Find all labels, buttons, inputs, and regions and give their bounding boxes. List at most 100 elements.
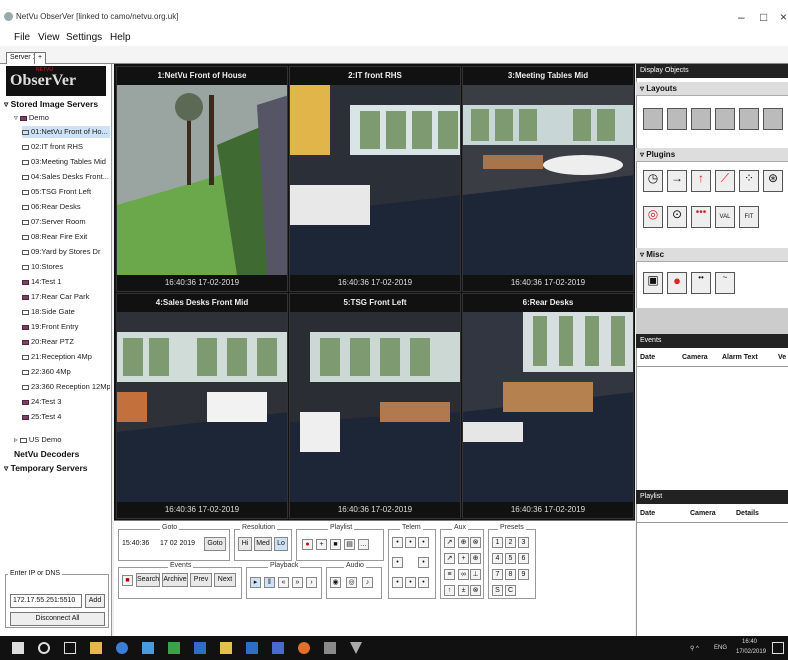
wheel-icon[interactable]: ⊛ (763, 170, 783, 192)
aux-6-icon[interactable]: ⊗ (470, 585, 481, 596)
camera-cell-1[interactable]: 1:NetVu Front of House 16:40:36 17-02-20… (116, 66, 288, 292)
mic-icon[interactable]: ◎ (346, 577, 357, 588)
events-col-date[interactable]: Date (640, 354, 655, 361)
file-explorer-icon[interactable] (90, 642, 102, 654)
ip-input[interactable]: 172.17.55.251:5510 (10, 594, 82, 608)
preset-6-button[interactable]: 6 (518, 553, 529, 564)
start-icon[interactable] (12, 642, 24, 654)
ptz-right-icon[interactable]: • (418, 557, 429, 568)
camera-item[interactable]: 04:Sales Desks Front... (22, 171, 110, 183)
pause-icon[interactable]: ‖ (264, 577, 275, 588)
expand-icon[interactable]: ▿ (4, 99, 11, 109)
events-col-camera[interactable]: Camera (682, 354, 708, 361)
goto-button[interactable]: Goto (204, 537, 226, 551)
clock-icon[interactable]: ◷ (643, 170, 663, 192)
add-server-button[interactable]: Add (85, 594, 105, 608)
iris-open-icon[interactable]: ⊗ (470, 537, 481, 548)
volume-icon[interactable]: ♪ (362, 577, 373, 588)
next-button[interactable]: Next (214, 573, 236, 587)
language-indicator[interactable]: ENG (714, 645, 727, 651)
clock-date[interactable]: 17/02/2019 (736, 649, 766, 655)
forward-icon[interactable]: » (292, 577, 303, 588)
preset-2-button[interactable]: 2 (505, 537, 516, 548)
menu-view[interactable]: View (38, 32, 60, 43)
preset-store-button[interactable]: S (492, 585, 503, 596)
dots-icon[interactable]: ••• (691, 206, 711, 228)
clock-time[interactable]: 16:40 (742, 639, 757, 645)
ptz-left-icon[interactable]: • (392, 557, 403, 568)
layout-3x2-icon[interactable] (691, 108, 711, 130)
preset-1-button[interactable]: 1 (492, 537, 503, 548)
goto-time[interactable]: 15:40:36 (122, 540, 149, 547)
fit-icon[interactable]: FIT (739, 206, 759, 228)
aux-4-icon[interactable]: ↑ (444, 585, 455, 596)
excel-icon[interactable] (168, 642, 180, 654)
snapshot-icon[interactable]: ▣ (643, 272, 663, 294)
camera-item[interactable]: 18:Side Gate (22, 306, 110, 318)
camera-cell-5[interactable]: 5:TSG Front Left 16:40:36 17-02-2019 (289, 293, 461, 519)
playlist-col-camera[interactable]: Camera (690, 510, 716, 517)
events-col-ve[interactable]: Ve (778, 354, 786, 361)
camera-cell-4[interactable]: 4:Sales Desks Front Mid 16:40:36 17-02-2… (116, 293, 288, 519)
speaker-icon[interactable]: ◉ (330, 577, 341, 588)
camera-item[interactable]: 14:Test 1 (22, 276, 110, 288)
onenote-icon[interactable] (272, 642, 284, 654)
misc-section[interactable]: ▿ Misc (636, 248, 788, 262)
camera-item[interactable]: 23:360 Reception 12Mp (22, 381, 110, 393)
focus-far-icon[interactable]: ↗ (444, 553, 455, 564)
arrow-icon[interactable]: → (667, 170, 687, 192)
tree-netvu-decoders[interactable]: NetVu Decoders (14, 448, 124, 460)
camera-item[interactable]: 25:Test 4 (22, 411, 110, 423)
preset-8-button[interactable]: 8 (505, 569, 516, 580)
camera-item[interactable]: 06:Rear Desks (22, 201, 110, 213)
menu-settings[interactable]: Settings (66, 32, 102, 43)
camera-item[interactable]: 17:Rear Car Park (22, 291, 110, 303)
camera-cell-3[interactable]: 3:Meeting Tables Mid 16:40:36 17-02-2019 (462, 66, 634, 292)
save-icon[interactable]: ▤ (344, 539, 355, 550)
graph-icon[interactable]: ⟋ (715, 170, 735, 192)
ptz-down-left-icon[interactable]: • (392, 577, 403, 588)
camera-item[interactable]: 09:Yard by Stores Dr (22, 246, 110, 258)
task-view-icon[interactable] (64, 642, 76, 654)
network-icon[interactable]: ⚲ ^ (690, 645, 699, 652)
camera-item[interactable]: 22:360 4Mp (22, 366, 110, 378)
preset-9-button[interactable]: 9 (518, 569, 529, 580)
camera-item[interactable]: 21:Reception 4Mp (22, 351, 110, 363)
edge-icon[interactable] (116, 642, 128, 654)
camera-item[interactable]: 19:Front Entry (22, 321, 110, 333)
tree-server-demo[interactable]: ▿ Demo (14, 112, 124, 124)
observer-taskbar-icon[interactable] (350, 642, 362, 654)
camera-item[interactable]: 24:Test 3 (22, 396, 110, 408)
zoom-out-icon[interactable]: + (458, 553, 469, 564)
add-icon[interactable]: + (316, 539, 327, 550)
layout-1x1-icon[interactable] (643, 108, 663, 130)
events-icon[interactable]: ■ (122, 575, 133, 586)
word-icon[interactable] (246, 642, 258, 654)
ptz-down-icon[interactable]: • (405, 577, 416, 588)
paint-icon[interactable] (220, 642, 232, 654)
prev-button[interactable]: Prev (190, 573, 212, 587)
layout-4x3-icon[interactable] (739, 108, 759, 130)
camera-item[interactable]: 01:NetVu Front of Ho... (22, 126, 110, 138)
maximize-button[interactable]: □ (760, 10, 767, 24)
preset-7-button[interactable]: 7 (492, 569, 503, 580)
ptz-up-icon[interactable]: • (405, 537, 416, 548)
aux-1-icon[interactable]: ≡ (444, 569, 455, 580)
zoom-in-icon[interactable]: ⊕ (458, 537, 469, 548)
playlist-col-date[interactable]: Date (640, 510, 655, 517)
tree-us-demo[interactable]: ▹ US Demo (14, 434, 124, 446)
camera-cell-2[interactable]: 2:IT front RHS 16:40:36 17-02-2019 (289, 66, 461, 292)
layout-4x4-icon[interactable] (763, 108, 783, 130)
tree-stored-servers[interactable]: ▿ Stored Image Servers (4, 98, 114, 110)
camera-cell-6[interactable]: 6:Rear Desks 16:40:36 17-02-2019 (462, 293, 634, 519)
rewind-icon[interactable]: « (278, 577, 289, 588)
camera-item[interactable]: 02:IT front RHS (22, 141, 110, 153)
firefox-icon[interactable] (298, 642, 310, 654)
ptz-up-left-icon[interactable]: • (392, 537, 403, 548)
res-med-button[interactable]: Med (254, 537, 272, 551)
camera-item[interactable]: 10:Stores (22, 261, 110, 273)
camera-item[interactable]: 07:Server Room (22, 216, 110, 228)
camera-item[interactable]: 03:Meeting Tables Mid (22, 156, 110, 168)
res-lo-button[interactable]: Lo (274, 537, 288, 551)
thermometer-icon[interactable]: ↑ (691, 170, 711, 192)
